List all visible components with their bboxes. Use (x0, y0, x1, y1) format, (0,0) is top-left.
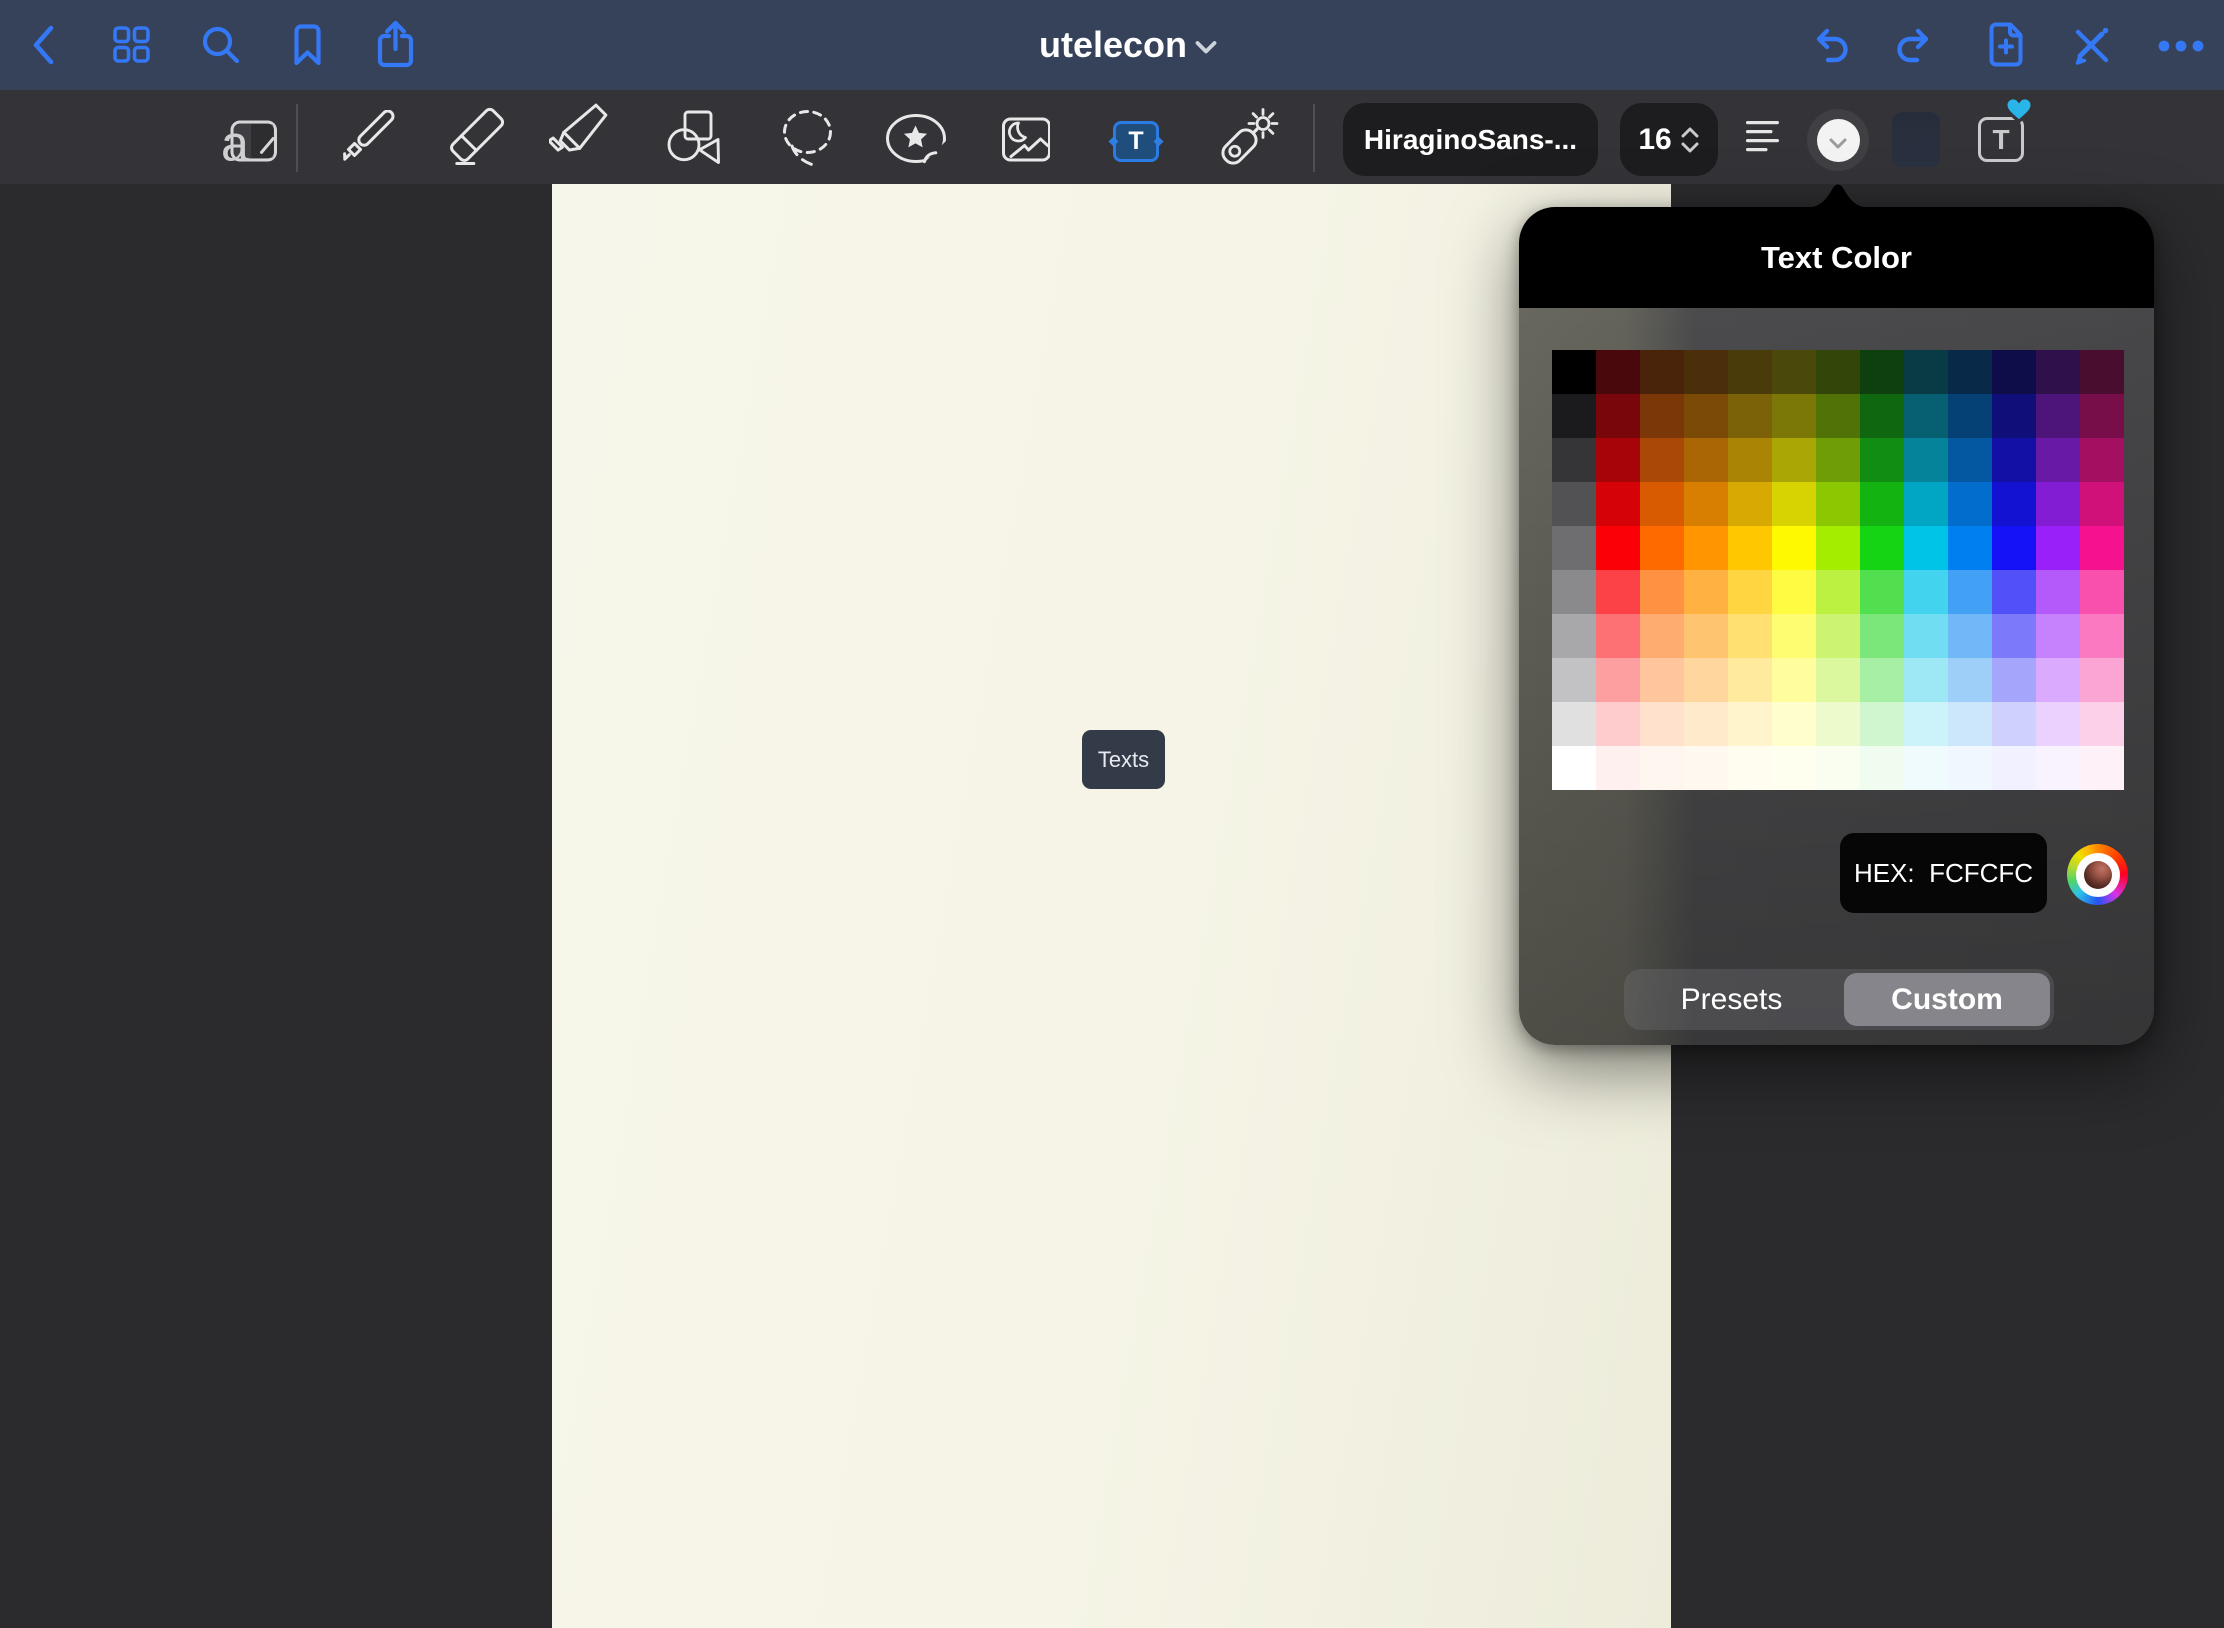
svg-text:a: a (221, 115, 249, 164)
